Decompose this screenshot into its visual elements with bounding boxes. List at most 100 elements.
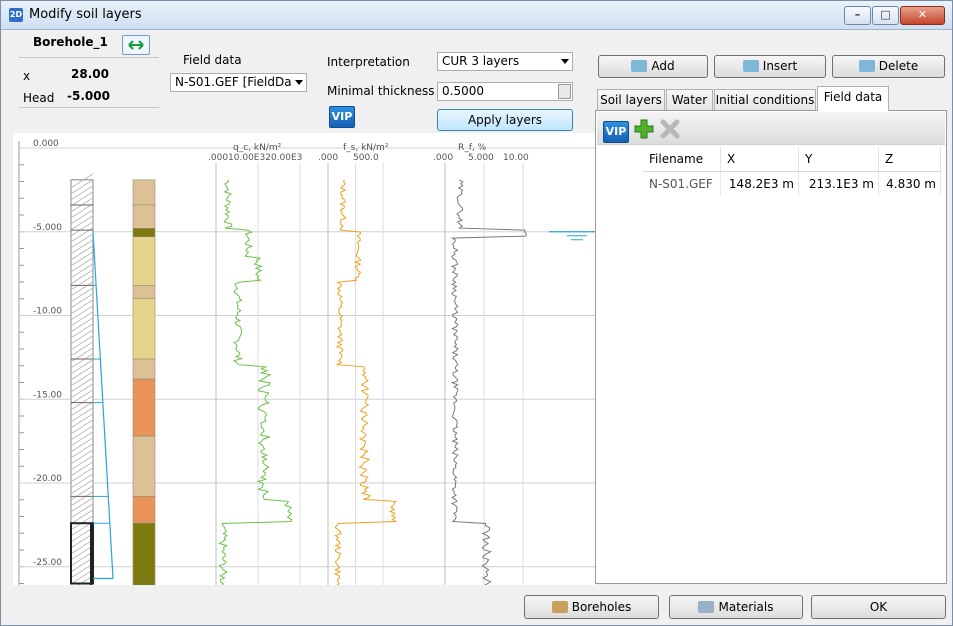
vip-button[interactable]: VIP (329, 106, 355, 128)
interpretation-selected: CUR 3 layers (442, 54, 520, 68)
insert-button[interactable]: Insert (714, 55, 826, 78)
min-thickness-value: 0.5000 (442, 84, 484, 98)
insert-layer-icon (742, 60, 759, 72)
vip-button-field-data[interactable]: VIP (603, 121, 629, 143)
footer-bar: Boreholes Materials OK (1, 588, 952, 625)
soil-layer (132, 285, 156, 300)
table-header-row: Filename X Y Z (643, 147, 941, 172)
delete-layer-icon (858, 60, 875, 72)
depth-tick-label: -10.00 (33, 307, 62, 317)
soil-layer (132, 435, 156, 497)
x-value[interactable]: 28.00 (71, 67, 109, 81)
head-label: Head (23, 91, 55, 105)
column-y[interactable]: Y (798, 147, 879, 172)
soil-layer (132, 298, 156, 360)
delete-icon[interactable] (659, 118, 681, 140)
add-label: Add (651, 59, 675, 73)
boreholes-label: Boreholes (571, 600, 632, 614)
close-icon: ✕ (917, 8, 928, 21)
column-x[interactable]: X (720, 147, 799, 172)
x-label: x (23, 69, 31, 83)
rf-axis-title: R_f, % (458, 143, 487, 153)
field-data-toolbar: VIP (597, 112, 945, 145)
cell-z[interactable]: 4.830 m (878, 171, 941, 196)
column-z[interactable]: Z (878, 147, 941, 172)
minimize-icon: – (854, 8, 861, 21)
ok-button[interactable]: OK (811, 595, 946, 619)
tab-initial-conditions[interactable]: Initial conditions (714, 89, 816, 110)
materials-icon (698, 601, 715, 613)
soil-profile-canvas: 0.000 -5.000 -10.00 -15.00 -20.00 -25.00 q_c, … (18, 139, 595, 585)
depth-tick-label: -15.00 (33, 390, 62, 400)
app-icon: 2D (9, 8, 23, 22)
soil-layer (132, 236, 156, 286)
fs-axis-title: f_s, kN/m² (343, 143, 389, 153)
cell-x[interactable]: 148.2E3 m (720, 171, 799, 196)
materials-label: Materials (718, 600, 774, 614)
boreholes-button[interactable]: Boreholes (524, 595, 659, 619)
title-bar: 2D Modify soil layers – □ ✕ (1, 1, 952, 30)
swap-arrows-icon (128, 40, 144, 50)
qc-tick-labels: .00010.00E320.00E3 (208, 153, 302, 163)
apply-layers-button[interactable]: Apply layers (437, 109, 573, 131)
maximize-button[interactable]: □ (872, 6, 899, 25)
delete-button[interactable]: Delete (832, 55, 945, 78)
depth-tick-label: -5.000 (33, 223, 62, 233)
min-thickness-label: Minimal thickness (327, 84, 435, 98)
maximize-icon: □ (880, 8, 891, 21)
rf-curve (450, 179, 528, 585)
head-value[interactable]: -5.000 (67, 89, 110, 103)
tab-soil-layers[interactable]: Soil layers (597, 89, 665, 110)
chevron-down-icon (561, 59, 569, 64)
add-button[interactable]: Add (598, 55, 708, 78)
chevron-down-icon (295, 80, 303, 85)
interpretation-select[interactable]: CUR 3 layers (437, 52, 573, 71)
field-data-table: Filename X Y Z N-S01.GEF 148.2E3 m 213.1… (643, 147, 941, 196)
switch-borehole-button[interactable] (122, 35, 150, 55)
pressure-line (92, 231, 114, 579)
window-title: Modify soil layers (29, 7, 142, 22)
insert-label: Insert (762, 59, 798, 73)
min-thickness-input[interactable]: 0.5000 (437, 82, 573, 101)
cell-y[interactable]: 213.1E3 m (798, 171, 879, 196)
fs-tick-label: .000 (318, 153, 338, 163)
borehole-name: Borehole_1 (33, 35, 108, 49)
table-row[interactable]: N-S01.GEF 148.2E3 m 213.1E3 m 4.830 m (643, 171, 941, 196)
soil-layer (132, 522, 156, 585)
modify-soil-layers-window: 2D Modify soil layers – □ ✕ Borehole_1 x… (0, 0, 953, 626)
boreholes-icon (551, 601, 568, 613)
tab-water[interactable]: Water (666, 89, 713, 110)
materials-button[interactable]: Materials (669, 595, 803, 619)
spinner-icon[interactable] (558, 84, 571, 99)
soil-layer (132, 358, 156, 380)
qc-curve (218, 179, 293, 585)
soil-layer (132, 204, 156, 229)
cell-filename[interactable]: N-S01.GEF (643, 171, 721, 196)
interpretation-label: Interpretation (327, 55, 410, 69)
rf-tick-label: .000 (433, 153, 453, 163)
soil-profile-plot[interactable]: 0.000 -5.000 -10.00 -15.00 -20.00 -25.00 q_c, … (13, 133, 595, 585)
depth-tick-label: -20.00 (33, 474, 62, 484)
fs-tick-label: 500.0 (353, 153, 379, 163)
minimize-button[interactable]: – (844, 6, 871, 25)
soil-layer (132, 496, 156, 524)
field-data-select[interactable]: N-S01.GEF [FieldDa (170, 73, 307, 92)
tab-field-data[interactable]: Field data (817, 86, 889, 111)
depth-tick-label: -25.00 (33, 558, 62, 568)
field-data-selected: N-S01.GEF [FieldDa (175, 75, 292, 89)
add-layer-icon (631, 60, 648, 72)
rf-tick-label: 10.00 (503, 153, 529, 163)
delete-label: Delete (878, 59, 919, 73)
qc-axis-title: q_c, kN/m² (233, 143, 282, 153)
soil-layer (132, 228, 156, 238)
close-button[interactable]: ✕ (900, 6, 945, 25)
add-icon[interactable] (633, 118, 655, 140)
field-data-panel: VIP Filename X Y Z N-S01.GEF 148.2E3 m 2… (595, 110, 947, 584)
depth-tick-label: 0.000 (33, 139, 59, 149)
rf-tick-label: 5.000 (468, 153, 494, 163)
soil-layer (132, 378, 156, 437)
soil-layer (132, 179, 156, 206)
field-data-label: Field data (183, 53, 242, 67)
fs-curve (333, 179, 398, 585)
column-filename[interactable]: Filename (643, 147, 721, 172)
